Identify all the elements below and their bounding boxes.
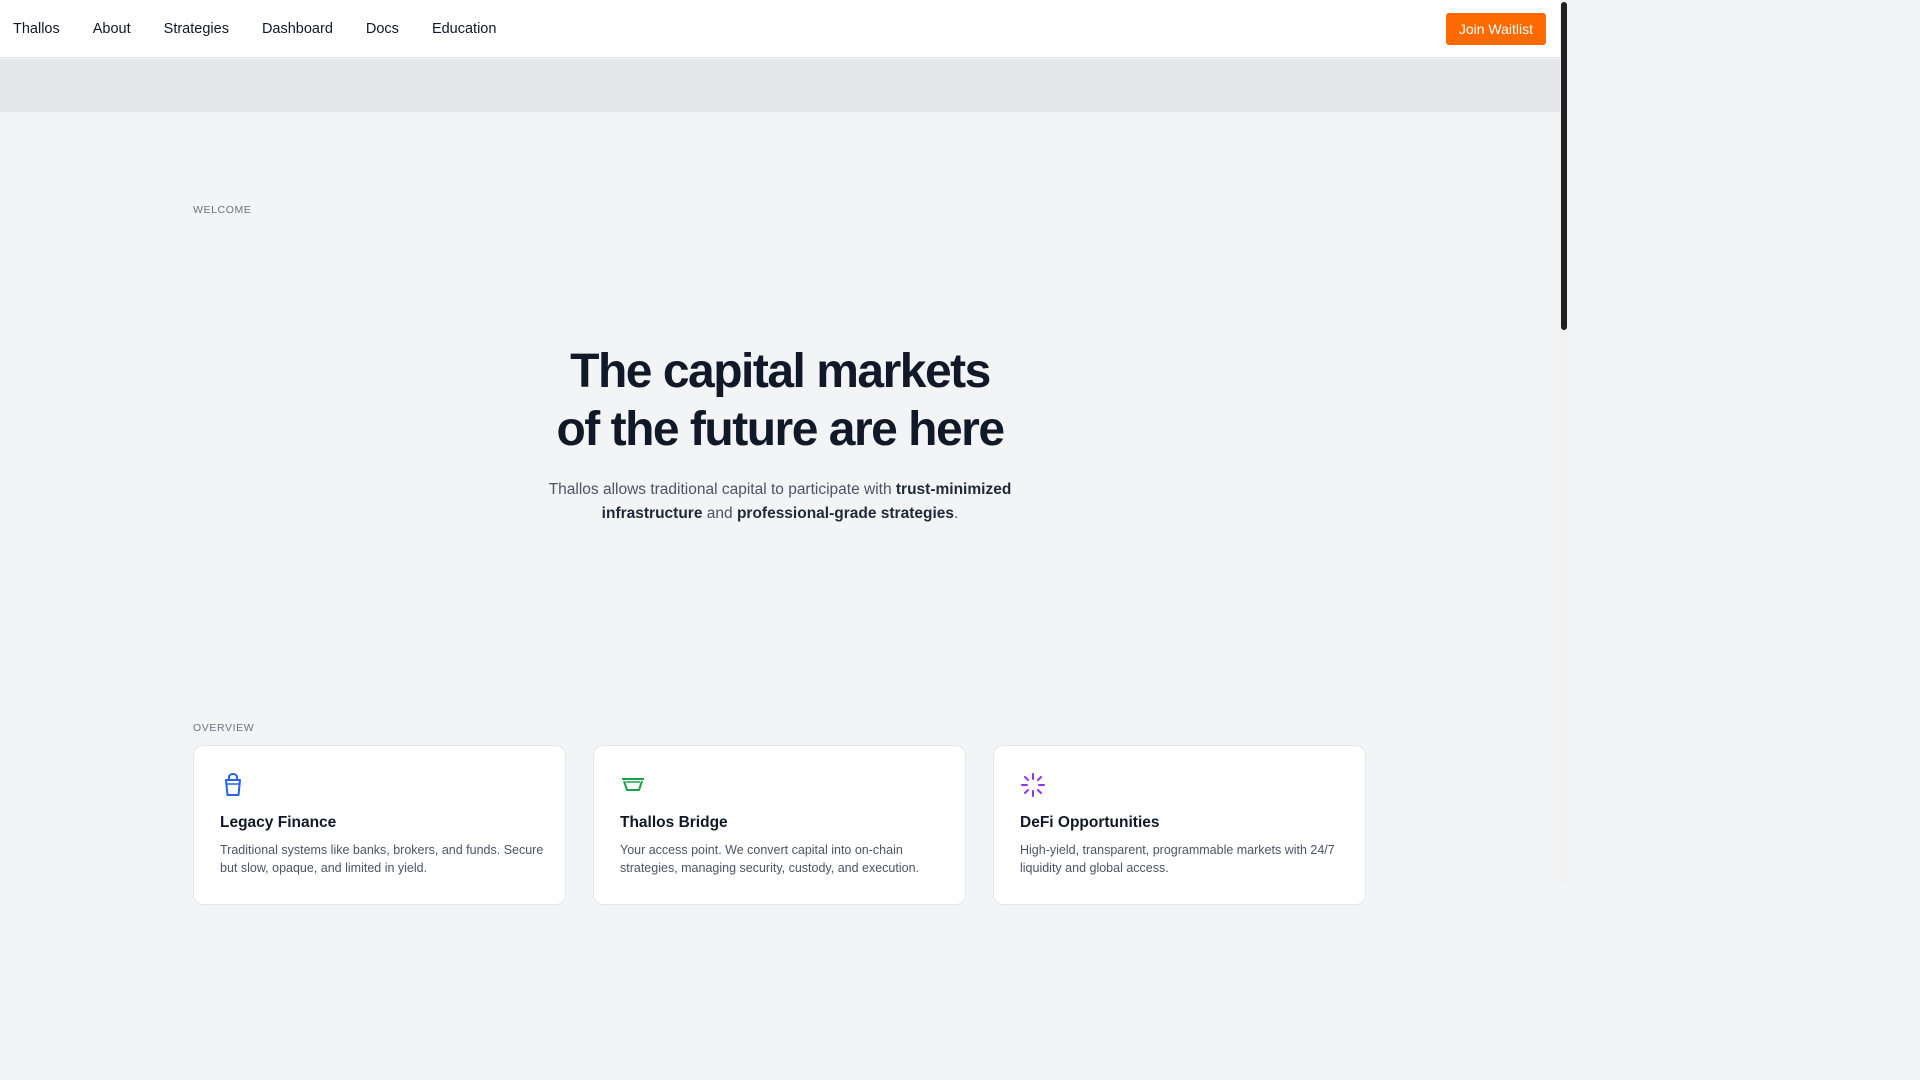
announcement-banner [0,59,1560,112]
card-description: High-yield, transparent, programmable ma… [1020,843,1335,875]
spark-icon [1021,773,1045,797]
hero-subtitle-bold-2: professional-grade strategies [736,505,955,522]
nav-link-education[interactable]: Education [432,21,497,37]
hero-title: The capital markets of the future are he… [0,343,1560,459]
card-legacy-finance: Legacy Finance Traditional systems like … [193,745,566,905]
welcome-eyebrow: WELCOME [193,204,252,216]
join-waitlist-button[interactable]: Join Waitlist [1445,13,1546,45]
card-thallos-bridge: Thallos Bridge Your access point. We con… [593,745,966,905]
hero-subtitle: Thallos allows traditional capital to pa… [530,478,1030,526]
nav-link-strategies[interactable]: Strategies [164,21,229,37]
card-description: Your access point. We convert capital in… [620,843,920,875]
page-scrollbar[interactable] [1560,0,1568,882]
nav-link-dashboard[interactable]: Dashboard [262,21,333,37]
bucket-icon [225,773,241,796]
nav-link-about[interactable]: About [93,21,131,37]
card-title: DeFi Opportunities [1020,814,1160,831]
hero-subtitle-pre: Thallos allows traditional capital to pa… [548,481,896,498]
hero-subtitle-end: . [954,505,959,522]
card-defi-opportunities: DeFi Opportunities High-yield, transpare… [993,745,1366,905]
card-description: Traditional systems like banks, brokers,… [220,843,544,875]
hero-subtitle-mid: and [702,505,737,522]
top-nav: Thallos About Strategies Dashboard Docs … [0,0,1560,58]
hero-title-line-2: of the future are here [556,403,1005,456]
nav-link-docs[interactable]: Docs [366,21,399,37]
nav-links: Thallos About Strategies Dashboard Docs … [0,21,529,37]
nav-brand-link[interactable]: Thallos [13,21,60,37]
card-title: Legacy Finance [220,814,337,831]
card-title: Thallos Bridge [620,814,728,831]
scrollbar-thumb[interactable] [1561,2,1567,330]
bridge-icon [622,778,644,791]
overview-eyebrow: OVERVIEW [193,722,255,734]
hero-title-line-1: The capital markets [570,345,991,398]
